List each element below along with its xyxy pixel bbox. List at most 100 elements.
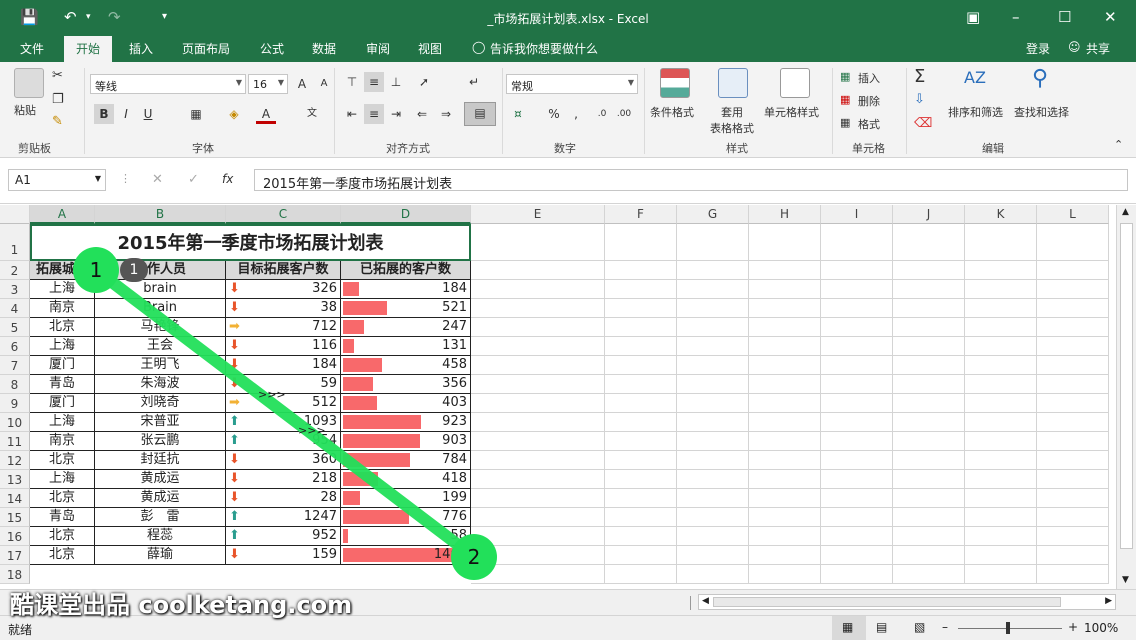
target-cell[interactable]: ⬇ 28: [226, 489, 341, 508]
cell[interactable]: [965, 394, 1037, 413]
column-header-e[interactable]: E: [471, 205, 605, 224]
cell[interactable]: [893, 375, 965, 394]
target-cell[interactable]: ⬇ 326: [226, 280, 341, 299]
zoom-slider-thumb[interactable]: [1006, 622, 1010, 634]
cell[interactable]: [471, 451, 605, 470]
city-cell[interactable]: 青岛: [30, 375, 95, 394]
font-name-combo[interactable]: 等线 ▼: [90, 74, 246, 94]
cell[interactable]: [605, 546, 677, 565]
row-header-7[interactable]: 7: [0, 356, 30, 375]
cell[interactable]: [1037, 489, 1109, 508]
cell[interactable]: [471, 375, 605, 394]
cell[interactable]: [677, 565, 749, 584]
column-header-a[interactable]: A: [30, 205, 95, 224]
row-header-15[interactable]: 15: [0, 508, 30, 527]
cell[interactable]: [471, 337, 605, 356]
align-center-icon[interactable]: ≡: [364, 104, 384, 124]
decrease-font-icon[interactable]: A: [314, 74, 334, 94]
row-header-5[interactable]: 5: [0, 318, 30, 337]
cell[interactable]: [893, 565, 965, 584]
cell[interactable]: [893, 451, 965, 470]
row-header-10[interactable]: 10: [0, 413, 30, 432]
wrap-text-icon[interactable]: ↵: [464, 72, 484, 92]
column-header-j[interactable]: J: [893, 205, 965, 224]
row-header-16[interactable]: 16: [0, 527, 30, 546]
row-header-13[interactable]: 13: [0, 470, 30, 489]
achieved-cell[interactable]: 184: [341, 280, 471, 299]
orientation-icon[interactable]: ➚: [414, 72, 434, 92]
zoom-slider[interactable]: [958, 628, 1062, 629]
column-header-f[interactable]: F: [605, 205, 677, 224]
conditional-format-icon[interactable]: [660, 68, 690, 98]
cell[interactable]: [821, 356, 893, 375]
column-header-d[interactable]: D: [341, 205, 471, 224]
scroll-down-icon[interactable]: ▼: [1122, 575, 1129, 585]
cell[interactable]: [965, 432, 1037, 451]
row-header-6[interactable]: 6: [0, 337, 30, 356]
achieved-cell[interactable]: 199: [341, 489, 471, 508]
row-header-12[interactable]: 12: [0, 451, 30, 470]
cell[interactable]: [1037, 527, 1109, 546]
cell[interactable]: [471, 489, 605, 508]
cell[interactable]: [471, 224, 605, 261]
cell[interactable]: [965, 565, 1037, 584]
cell[interactable]: [821, 546, 893, 565]
scroll-thumb-h[interactable]: [713, 597, 1061, 607]
cell[interactable]: [471, 470, 605, 489]
city-cell[interactable]: 上海: [30, 470, 95, 489]
cell[interactable]: [821, 224, 893, 261]
cell[interactable]: [605, 451, 677, 470]
cell[interactable]: [893, 224, 965, 261]
city-cell[interactable]: 北京: [30, 489, 95, 508]
cell[interactable]: [965, 508, 1037, 527]
row-header-2[interactable]: 2: [0, 261, 30, 280]
cell[interactable]: [965, 280, 1037, 299]
target-cell[interactable]: ⬇ 218: [226, 470, 341, 489]
target-cell[interactable]: ⬇ 360: [226, 451, 341, 470]
insert-cells-icon[interactable]: ▦: [840, 70, 850, 83]
cell[interactable]: [749, 356, 821, 375]
number-format-combo[interactable]: 常规 ▼: [506, 74, 638, 94]
cell[interactable]: [965, 375, 1037, 394]
vertical-scrollbar[interactable]: ▲ ▼: [1116, 205, 1136, 589]
city-cell[interactable]: 厦门: [30, 356, 95, 375]
align-middle-icon[interactable]: ≡: [364, 72, 384, 92]
cell[interactable]: [605, 375, 677, 394]
scroll-up-icon[interactable]: ▲: [1122, 207, 1129, 217]
staff-cell[interactable]: 朱海波: [95, 375, 226, 394]
cell[interactable]: [893, 508, 965, 527]
table-format-button[interactable]: 套用 表格格式: [702, 104, 762, 136]
city-cell[interactable]: 北京: [30, 318, 95, 337]
cell[interactable]: [821, 261, 893, 280]
cell[interactable]: [605, 261, 677, 280]
cell[interactable]: [893, 432, 965, 451]
cut-icon[interactable]: ✂: [52, 68, 63, 83]
cell[interactable]: [677, 224, 749, 261]
cell[interactable]: [965, 470, 1037, 489]
cell[interactable]: [965, 546, 1037, 565]
column-header-i[interactable]: I: [821, 205, 893, 224]
cell[interactable]: [749, 432, 821, 451]
target-cell[interactable]: ⬆ 954: [226, 432, 341, 451]
header-cell[interactable]: 已拓展的客户数: [341, 261, 471, 280]
autosum-icon[interactable]: Σ: [914, 66, 925, 87]
row-header-9[interactable]: 9: [0, 394, 30, 413]
cell[interactable]: [893, 394, 965, 413]
close-icon[interactable]: ✕: [1104, 8, 1117, 26]
cell[interactable]: [677, 432, 749, 451]
cell[interactable]: [749, 261, 821, 280]
cell[interactable]: [1037, 432, 1109, 451]
cell[interactable]: [1037, 280, 1109, 299]
staff-cell[interactable]: 彭 雷: [95, 508, 226, 527]
column-header-l[interactable]: L: [1037, 205, 1109, 224]
cell[interactable]: [893, 261, 965, 280]
format-painter-icon[interactable]: ✎: [52, 114, 63, 129]
font-color-icon[interactable]: A: [256, 104, 276, 124]
cell[interactable]: [749, 224, 821, 261]
tab-home[interactable]: 开始: [64, 36, 113, 62]
tab-formulas[interactable]: 公式: [260, 40, 284, 57]
ribbon-display-icon[interactable]: ▣: [966, 8, 980, 26]
cell[interactable]: [893, 489, 965, 508]
row-header-14[interactable]: 14: [0, 489, 30, 508]
cell[interactable]: [605, 356, 677, 375]
